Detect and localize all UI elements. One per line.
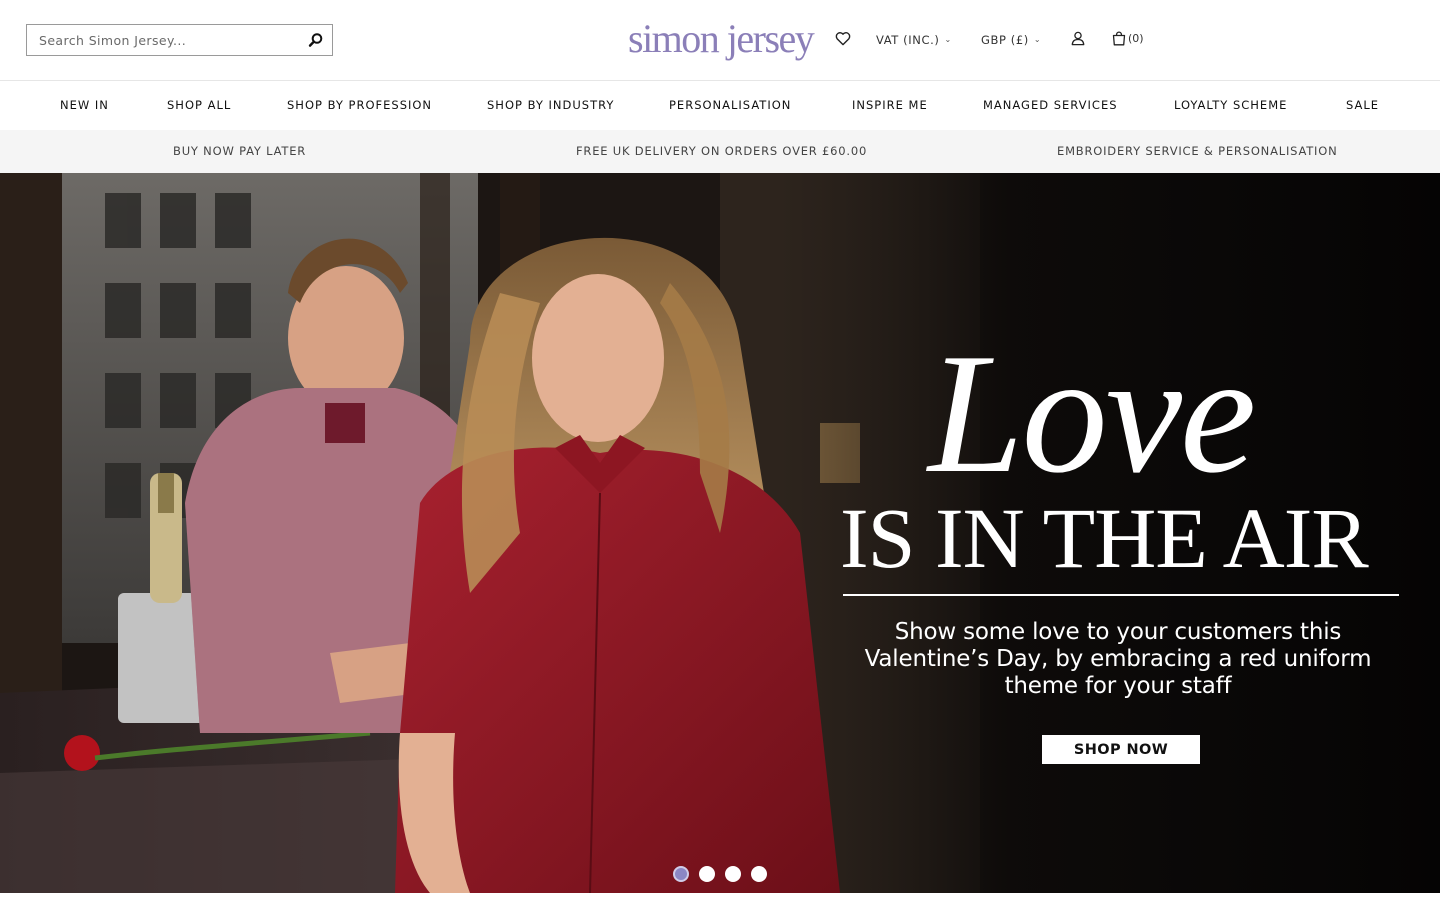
nav-item-new-in[interactable]: NEW IN — [60, 98, 109, 112]
nav-item-shop-by-profession[interactable]: SHOP BY PROFESSION — [287, 98, 432, 112]
vat-label: VAT (INC.) — [876, 33, 940, 47]
user-icon[interactable] — [1071, 31, 1085, 51]
usp-embroidery-service[interactable]: EMBROIDERY SERVICE & PERSONALISATION — [1057, 144, 1338, 158]
logo[interactable]: simon jersey — [628, 12, 815, 66]
hero-headline-script: Love — [928, 319, 1256, 509]
carousel-dot-1[interactable] — [673, 866, 689, 882]
search-icon[interactable] — [308, 32, 324, 48]
vat-selector[interactable]: VAT (INC.) ⌄ — [876, 33, 952, 47]
hero-banner[interactable]: Love IS IN THE AIR Show some love to you… — [0, 173, 1440, 893]
carousel-dot-3[interactable] — [725, 866, 741, 882]
chevron-down-icon: ⌄ — [944, 35, 952, 44]
hero-subtext: Show some love to your customers this Va… — [864, 619, 1372, 699]
nav-item-shop-by-industry[interactable]: SHOP BY INDUSTRY — [487, 98, 614, 112]
search-box — [26, 24, 333, 56]
currency-selector[interactable]: GBP (£) ⌄ — [981, 33, 1041, 47]
usp-bar: BUY NOW PAY LATER FREE UK DELIVERY ON OR… — [0, 130, 1440, 173]
shop-now-button[interactable]: SHOP NOW — [1042, 735, 1200, 764]
chevron-down-icon: ⌄ — [1033, 35, 1042, 44]
usp-buy-now-pay-later[interactable]: BUY NOW PAY LATER — [173, 144, 306, 158]
carousel-dot-2[interactable] — [699, 866, 715, 882]
carousel-dot-4[interactable] — [751, 866, 767, 882]
nav-item-sale[interactable]: SALE — [1346, 98, 1379, 112]
logo-text: simon jersey — [628, 16, 815, 61]
shopping-bag-icon[interactable] — [1112, 31, 1126, 51]
heart-icon[interactable] — [835, 31, 851, 51]
hero-divider — [843, 594, 1399, 596]
cart-count[interactable]: (0) — [1128, 32, 1144, 45]
nav-item-inspire-me[interactable]: INSPIRE ME — [852, 98, 928, 112]
site-header: simon jersey VAT (INC.) ⌄ GBP (£) ⌄ (0) — [0, 0, 1440, 81]
main-nav: NEW IN SHOP ALL SHOP BY PROFESSION SHOP … — [0, 81, 1440, 130]
nav-item-shop-all[interactable]: SHOP ALL — [167, 98, 231, 112]
currency-label: GBP (£) — [981, 33, 1029, 47]
search-input[interactable] — [27, 25, 297, 55]
nav-item-personalisation[interactable]: PERSONALISATION — [669, 98, 791, 112]
usp-free-delivery[interactable]: FREE UK DELIVERY ON ORDERS OVER £60.00 — [576, 144, 867, 158]
nav-item-managed-services[interactable]: MANAGED SERVICES — [983, 98, 1118, 112]
nav-item-loyalty-scheme[interactable]: LOYALTY SCHEME — [1174, 98, 1287, 112]
hero-headline-caps: IS IN THE AIR — [840, 490, 1369, 586]
